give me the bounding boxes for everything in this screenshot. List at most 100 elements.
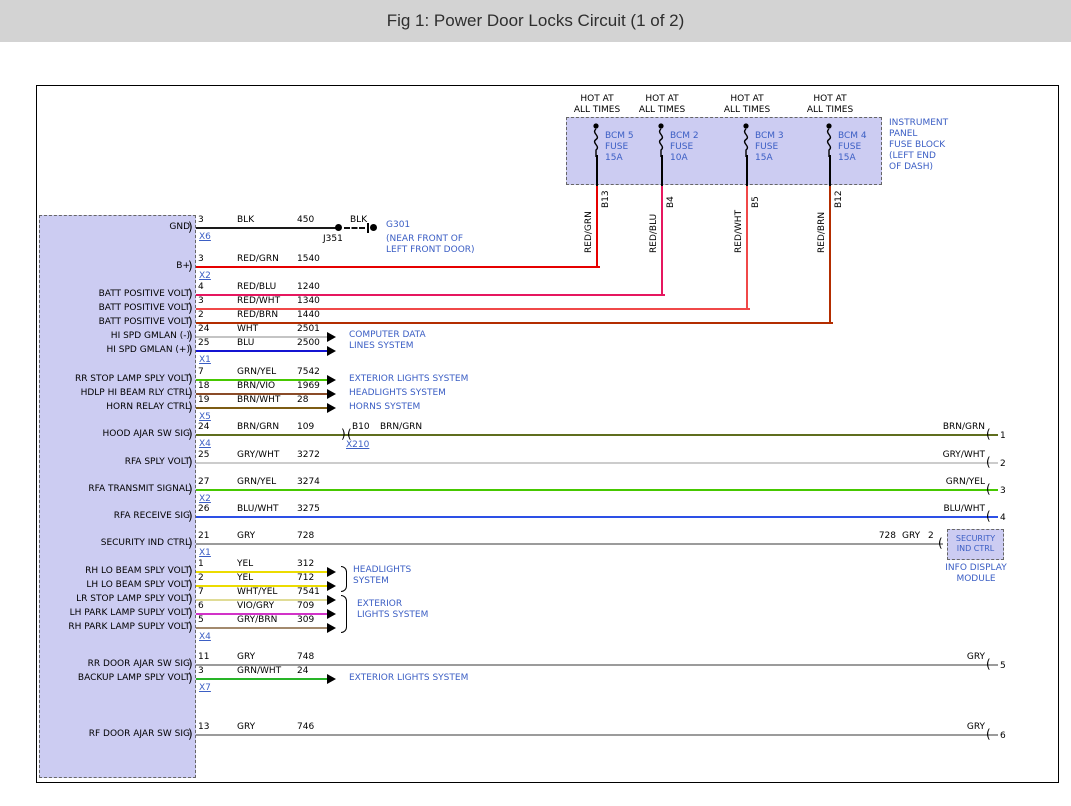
text-line: BCM 4 xyxy=(838,131,867,141)
connector-ref-link[interactable]: X210 xyxy=(346,441,369,450)
wire-color-label: VIO/GRY xyxy=(237,601,275,611)
wire xyxy=(196,664,998,666)
text-line: INFO DISPLAY xyxy=(945,563,1007,573)
pin-number: 6 xyxy=(198,601,204,611)
connector-ref-link[interactable]: X4 xyxy=(199,440,211,449)
pin-number: 1 xyxy=(1000,431,1006,441)
text-line: MODULE xyxy=(956,574,996,584)
ground-ref-link[interactable]: G301 xyxy=(386,221,410,230)
fuse-wire-color-label: RED/BRN xyxy=(817,211,827,253)
bcm-pin-label: B+ xyxy=(176,261,190,271)
wire-color-label-right: GRY xyxy=(966,652,985,662)
fuse-drop-wire xyxy=(746,186,748,310)
connector-ref-link[interactable]: X4 xyxy=(199,633,211,642)
ground-location-label: (NEAR FRONT OF LEFT FRONT DOOR) xyxy=(386,234,475,256)
pin-connector-icon: ) xyxy=(188,220,193,234)
wire-arrow-icon xyxy=(327,623,336,633)
wire-circuit-label: 312 xyxy=(297,559,315,569)
system-ref-link[interactable]: EXTERIOR LIGHTS SYSTEM xyxy=(349,374,468,385)
pin-connector-icon: ) xyxy=(188,372,193,386)
connector-ref-link[interactable]: X6 xyxy=(199,233,211,242)
text-line: IND CTRL xyxy=(956,544,995,553)
pin-connector-icon: ( xyxy=(986,482,991,496)
pin-connector-icon: ) xyxy=(188,509,193,523)
bcm-pin-label: RH PARK LAMP SUPLY VOLT xyxy=(68,622,190,632)
inline-pin-label: B10 xyxy=(352,422,370,432)
text-line: 15A xyxy=(605,153,623,163)
hot-at-all-times-label: HOT AT ALL TIMES xyxy=(566,94,628,116)
text-line: 10A xyxy=(670,153,688,163)
hot-at-all-times-label: HOT AT ALL TIMES xyxy=(799,94,861,116)
wire-color-label: WHT xyxy=(237,324,259,334)
text-line: BCM 5 xyxy=(605,131,634,141)
pin-number: 2 xyxy=(198,573,204,583)
fuse-label: BCM 2 FUSE 10A xyxy=(670,131,699,164)
system-ref-link[interactable]: EXTERIOR LIGHTS SYSTEM xyxy=(357,599,428,621)
wire-color-label: BRN/VIO xyxy=(237,381,276,391)
wire-color-label: GRY/WHT xyxy=(237,450,280,460)
connector-ref-link[interactable]: X1 xyxy=(199,549,211,558)
wire-circuit-label: 1340 xyxy=(297,296,320,306)
bcm-pin-label: RR DOOR AJAR SW SIG xyxy=(87,659,190,669)
wire xyxy=(196,308,750,310)
fuse-icon xyxy=(590,123,602,157)
bcm-module-box xyxy=(39,215,196,778)
pin-connector-icon: ) xyxy=(188,343,193,357)
pin-number: 6 xyxy=(1000,731,1006,741)
fuse-pin-label: B12 xyxy=(834,190,844,208)
connector-ref-link[interactable]: X2 xyxy=(199,272,211,281)
connector-ref-link[interactable]: X1 xyxy=(199,356,211,365)
wire xyxy=(196,627,329,629)
pin-number: 24 xyxy=(198,324,210,334)
text-line: FUSE BLOCK xyxy=(889,140,946,150)
system-ref-link[interactable]: HEADLIGHTS SYSTEM xyxy=(353,565,411,587)
pin-connector-icon: ) xyxy=(188,386,193,400)
splice-dot-icon xyxy=(370,224,377,231)
system-ref-link[interactable]: COMPUTER DATA LINES SYSTEM xyxy=(349,330,426,352)
text-line: COMPUTER DATA xyxy=(349,330,426,340)
bcm-pin-label: LH PARK LAMP SUPLY VOLT xyxy=(69,608,190,618)
wire-color-label-right: GRY/WHT xyxy=(942,450,985,460)
brace-icon xyxy=(341,566,347,592)
bcm-pin-label: RFA SPLY VOLT xyxy=(124,457,190,467)
wire xyxy=(196,322,833,324)
bcm-pin-label: LH LO BEAM SPLY VOLT xyxy=(86,580,190,590)
wire-circuit-label: 746 xyxy=(297,722,315,732)
wire-color-label: GRN/YEL xyxy=(237,367,277,377)
wire-color-label: GRY/BRN xyxy=(237,615,278,625)
fuse-block-label: INSTRUMENT PANEL FUSE BLOCK (LEFT END OF DAS… xyxy=(889,118,948,173)
wire xyxy=(196,516,998,518)
text-line: FUSE xyxy=(838,142,862,152)
fuse-pin-label: B4 xyxy=(666,196,676,208)
pin-number: 3 xyxy=(198,666,204,676)
pin-connector-icon: ( xyxy=(938,536,943,550)
wire-color-label: BLK xyxy=(350,215,368,225)
system-ref-link[interactable]: HEADLIGHTS SYSTEM xyxy=(349,388,446,399)
pin-number: 5 xyxy=(198,615,204,625)
pin-number: 4 xyxy=(198,282,204,292)
system-ref-link[interactable]: HORNS SYSTEM xyxy=(349,402,420,413)
bcm-pin-label: HOOD AJAR SW SIG xyxy=(102,429,190,439)
wire-color-label-right: GRY xyxy=(966,722,985,732)
fuse-stub-wire xyxy=(746,155,748,186)
connector-ref-link[interactable]: X2 xyxy=(199,495,211,504)
wire xyxy=(196,350,329,352)
bcm-pin-label: BATT POSITIVE VOLT xyxy=(98,289,190,299)
pin-connector-icon: ( xyxy=(986,509,991,523)
wire-color-label: GRY xyxy=(237,722,256,732)
text-line: BCM 2 xyxy=(670,131,699,141)
fuse-icon xyxy=(740,123,752,157)
pin-number: 4 xyxy=(1000,513,1006,523)
system-ref-link[interactable]: EXTERIOR LIGHTS SYSTEM xyxy=(349,673,468,684)
text-line: OF DASH) xyxy=(889,162,934,172)
connector-ref-link[interactable]: X5 xyxy=(199,413,211,422)
pin-number: 7 xyxy=(198,367,204,377)
pin-connector-icon: ) xyxy=(188,287,193,301)
connector-ref-link[interactable]: X7 xyxy=(199,684,211,693)
security-module-name[interactable]: INFO DISPLAY MODULE xyxy=(941,563,1011,585)
fuse-drop-wire xyxy=(661,186,663,296)
hot-at-all-times-label: HOT AT ALL TIMES xyxy=(716,94,778,116)
text-line: HOT AT xyxy=(813,94,847,104)
text-line: HEADLIGHTS SYSTEM xyxy=(349,388,446,398)
pin-number: 3 xyxy=(198,296,204,306)
